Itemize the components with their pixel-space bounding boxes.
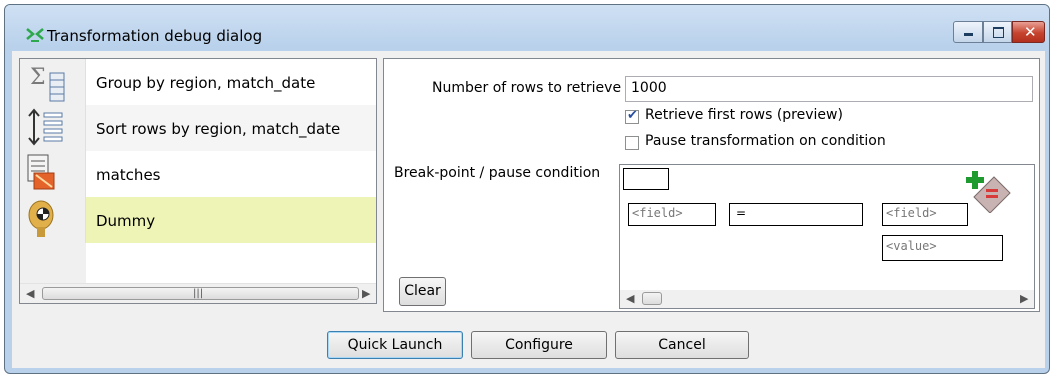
scroll-thumb[interactable] — [642, 292, 662, 305]
configure-button[interactable]: Configure — [471, 331, 607, 359]
breakpoint-label: Break-point / pause condition — [394, 165, 601, 181]
checkmark-icon: ✔ — [627, 108, 638, 123]
step-label: Sort rows by region, match_date — [96, 120, 341, 138]
pause-on-condition-checkbox[interactable] — [625, 136, 639, 150]
table-input-icon — [20, 151, 86, 197]
transformation-icon — [26, 28, 44, 42]
step-label: Group by region, match_date — [96, 74, 316, 92]
rows-to-retrieve-input[interactable]: 1000 — [625, 76, 1033, 102]
minimize-button[interactable] — [953, 21, 983, 43]
step-label: Dummy — [96, 212, 156, 230]
sort-rows-icon — [20, 105, 86, 151]
minimize-icon — [964, 33, 973, 36]
quick-launch-button[interactable]: Quick Launch — [327, 331, 463, 359]
close-button[interactable]: ✕ — [1012, 21, 1045, 43]
retrieve-first-label[interactable]: Retrieve first rows (preview) — [645, 107, 843, 123]
value-box[interactable]: <value> — [882, 235, 1003, 261]
scroll-right-icon[interactable]: ▶ — [362, 287, 370, 300]
clear-button[interactable]: Clear — [399, 277, 446, 306]
step-item[interactable]: Σ Group by region, match_date — [20, 59, 376, 105]
step-item[interactable]: Sort rows by region, match_date — [20, 105, 376, 151]
operator-box[interactable]: = — [729, 203, 863, 226]
step-item[interactable]: Dummy — [20, 197, 376, 243]
maximize-icon — [993, 27, 1004, 38]
condition-operator-box[interactable] — [623, 168, 669, 190]
horizontal-scrollbar[interactable]: ◀ ||| ▶ — [20, 283, 376, 303]
cancel-button[interactable]: Cancel — [615, 331, 749, 359]
pause-on-condition-label[interactable]: Pause transformation on condition — [645, 133, 886, 149]
right-field-box[interactable]: <field> — [882, 203, 968, 226]
left-field-box[interactable]: <field> — [628, 203, 716, 226]
retrieve-first-checkbox[interactable]: ✔ — [625, 108, 639, 124]
scroll-left-icon[interactable]: ◀ — [626, 292, 634, 305]
close-icon: ✕ — [1024, 23, 1037, 41]
title-bar[interactable]: Transformation debug dialog ✕ — [5, 5, 1049, 45]
condition-editor[interactable]: <field> = <field> <value> ◀ ▶ — [619, 164, 1035, 309]
maximize-button[interactable] — [983, 21, 1012, 43]
step-list[interactable]: Σ Group by region, match_date Sort rows … — [19, 58, 377, 304]
step-item[interactable]: matches — [20, 151, 376, 197]
scroll-thumb[interactable]: ||| — [42, 287, 359, 300]
add-condition-icon[interactable] — [960, 167, 1016, 213]
dialog-window: Transformation debug dialog ✕ Σ Group by… — [4, 4, 1050, 374]
svg-text:Σ: Σ — [30, 65, 46, 90]
step-label: matches — [96, 166, 161, 184]
scroll-left-icon[interactable]: ◀ — [26, 287, 34, 300]
window-title: Transformation debug dialog — [47, 27, 263, 45]
dummy-icon — [20, 197, 86, 243]
condition-scrollbar[interactable]: ◀ ▶ — [620, 290, 1034, 308]
dialog-body: Σ Group by region, match_date Sort rows … — [12, 51, 1045, 368]
group-by-icon: Σ — [20, 59, 86, 105]
debug-options-panel: Number of rows to retrieve 1000 ✔ Retrie… — [383, 58, 1040, 312]
scroll-right-icon[interactable]: ▶ — [1020, 292, 1028, 305]
rows-label: Number of rows to retrieve — [432, 80, 622, 96]
